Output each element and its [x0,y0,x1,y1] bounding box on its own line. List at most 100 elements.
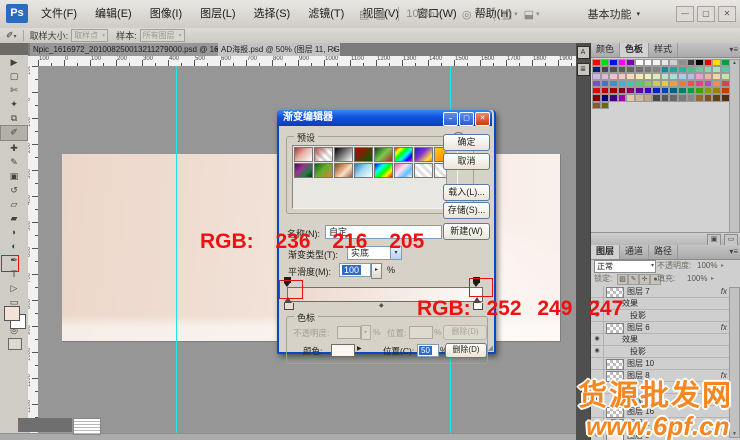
color-swatch[interactable] [601,73,610,80]
menu-item-select[interactable]: 选择(S) [245,0,300,28]
color-swatch[interactable] [695,87,704,94]
close-button[interactable]: ✕ [718,6,736,22]
color-swatch[interactable] [609,87,618,94]
clone-stamp-tool[interactable]: ▣ [1,169,27,183]
color-swatch[interactable] [678,66,687,73]
lock-paint-icon[interactable]: ✎ [628,274,639,285]
close-button[interactable]: ✕ [475,112,490,126]
menu-item-layer[interactable]: 图层(L) [191,0,244,28]
lock-transparency-icon[interactable]: ▨ [617,274,628,285]
layers-tab-路径[interactable]: 路径 [649,245,678,259]
paragraph-panel-icon[interactable]: ≣ [577,63,590,76]
color-swatch[interactable] [687,73,696,80]
color-swatch[interactable] [601,94,610,101]
minimize-button[interactable]: — [676,6,694,22]
color-swatch[interactable] [635,66,644,73]
visibility-box[interactable] [591,286,604,297]
scroll-up-icon[interactable]: ▲ [730,60,739,67]
color-swatch[interactable] [661,80,670,87]
menu-item-image[interactable]: 图像(I) [141,0,191,28]
color-swatch[interactable] [609,66,618,73]
color-swatch[interactable] [644,87,653,94]
menu-item-filter[interactable]: 滤镜(T) [299,0,353,28]
color-swatch[interactable] [704,59,713,66]
layer-row-图层 10[interactable]: 图层 10 [591,358,740,370]
rotate-view-icon[interactable]: ↻ [477,8,486,21]
hand-icon[interactable]: ☞ [446,8,456,21]
color-swatch[interactable] [618,73,627,80]
color-swatch[interactable] [678,59,687,66]
color-swatch[interactable] [652,59,661,66]
color-swatch[interactable] [618,94,627,101]
color-swatch[interactable] [669,73,678,80]
gradient-preset-13[interactable] [374,163,393,178]
color-swatch[interactable] [652,87,661,94]
menu-item-file[interactable]: 文件(F) [32,0,86,28]
color-swatch[interactable] [678,73,687,80]
character-panel-icon[interactable]: A [577,46,590,59]
panel-menu-icon[interactable]: ▾≡ [729,245,738,259]
document-tab-active[interactable]: × AD海报.psd @ 50% (图层 11, RGB/8) * [218,43,340,56]
visibility-box[interactable] [591,358,604,369]
visibility-box[interactable] [591,322,604,333]
color-swatch[interactable] [592,66,601,73]
brush-tool[interactable]: ✎ [1,155,27,169]
lock-move-icon[interactable]: ✛ [639,274,650,285]
color-swatch[interactable] [592,59,601,66]
gradient-preset-10[interactable] [314,163,333,178]
swatches-tab-色板[interactable]: 色板 [620,43,649,57]
layer-row-投影[interactable]: ◉投影 [591,346,740,358]
smoothness-input[interactable]: 100 [339,263,371,277]
color-swatch[interactable] [687,94,696,101]
color-swatch[interactable] [678,80,687,87]
color-swatch[interactable] [601,59,610,66]
color-swatch[interactable] [661,87,670,94]
color-swatch[interactable] [661,73,670,80]
swatches-tab-颜色[interactable]: 颜色 [591,43,620,57]
color-swatch[interactable] [687,80,696,87]
eye-icon[interactable]: ◉ [591,346,604,357]
color-swatch[interactable] [687,66,696,73]
swatches-tab-样式[interactable]: 样式 [649,43,678,57]
color-swatch[interactable] [626,66,635,73]
marquee-tool[interactable]: ▢ [1,69,27,83]
color-swatch[interactable] [695,80,704,87]
color-swatch[interactable] [592,80,601,87]
maximize-button[interactable]: ▢ [459,112,474,126]
color-swatch[interactable] [695,73,704,80]
color-swatch[interactable] [618,80,627,87]
history-brush-tool[interactable]: ↺ [1,183,27,197]
color-swatch[interactable] [635,73,644,80]
zoom-level[interactable]: 100%▾ [406,8,440,20]
color-swatch[interactable] [661,94,670,101]
color-swatch[interactable] [644,73,653,80]
dodge-tool[interactable]: ◐ [1,239,27,253]
color-swatch[interactable] [704,73,713,80]
color-swatch[interactable] [695,66,704,73]
color-swatch[interactable] [609,73,618,80]
swatches-scrollbar[interactable]: ▲ [729,59,740,233]
color-swatch[interactable] [626,73,635,80]
dialog-title-bar[interactable]: 渐变编辑器 ﹣▢✕ [277,110,492,126]
zoom-tool-icon[interactable]: ◎ [462,8,472,21]
gradient-preset-9[interactable] [294,163,313,178]
color-swatch[interactable] [601,66,610,73]
color-swatch[interactable] [592,102,601,109]
position-c-input[interactable]: 50 [417,344,439,357]
color-swatch[interactable] [687,59,696,66]
stop-color-swatch[interactable] [331,344,355,357]
layer-row-图层 6[interactable]: 图层 6fx▴ [591,322,740,334]
fx-badge[interactable]: fx [721,322,727,333]
save-button[interactable]: 存储(S)... [443,202,490,219]
load-button[interactable]: 载入(L)... [443,184,490,201]
color-swatch[interactable] [669,66,678,73]
layers-tab-通道[interactable]: 通道 [620,245,649,259]
color-swatch[interactable] [609,59,618,66]
spin-arrow-icon[interactable]: ▸ [371,263,382,279]
minimize-button[interactable]: ﹣ [443,112,458,126]
color-swatch[interactable] [652,94,661,101]
color-swatch[interactable] [712,66,721,73]
color-swatch[interactable] [652,66,661,73]
panel-menu-icon[interactable]: ▾≡ [729,43,738,57]
guide-line[interactable] [176,66,177,433]
